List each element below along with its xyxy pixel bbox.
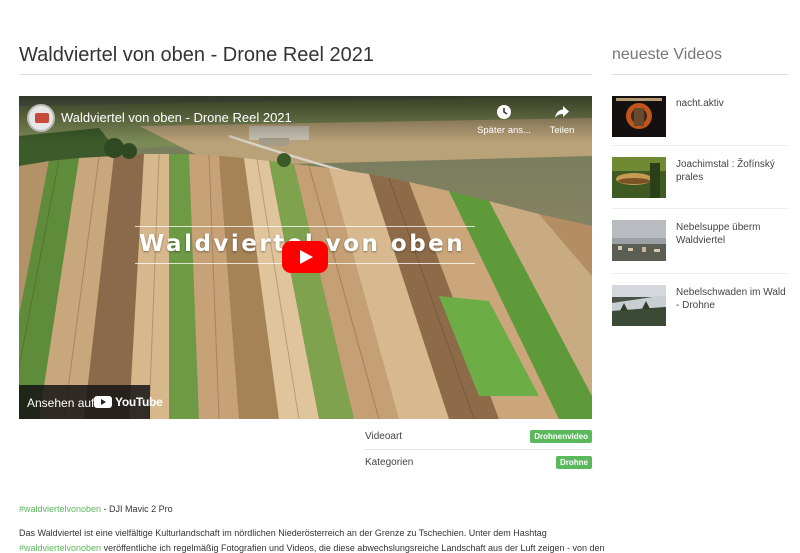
category-badge[interactable]: Drohne <box>556 456 592 469</box>
sidebar-video-title[interactable]: Nebelschwaden im Wald - Drohne <box>676 286 789 312</box>
watch-later-button[interactable]: Später ans... <box>474 104 534 136</box>
sidebar-video-title[interactable]: nacht.aktiv <box>676 97 789 110</box>
hashtag-line: #waldviertelvonoben - DJI Mavic 2 Pro <box>19 504 173 514</box>
share-button[interactable]: Teilen <box>532 104 592 136</box>
sidebar-video-title[interactable]: Joachimstal : Žofínský prales <box>676 158 789 184</box>
watch-on-youtube-button[interactable]: Ansehen auf YouTube <box>19 385 163 419</box>
sidebar-video-item[interactable]: Nebelsuppe überm Waldviertel <box>612 220 789 272</box>
page-title: Waldviertel von oben - Drone Reel 2021 <box>19 44 375 66</box>
watch-on-label: Ansehen auf <box>27 396 95 410</box>
sidebar-video-item[interactable]: Nebelschwaden im Wald - Drohne <box>612 285 789 337</box>
play-button[interactable] <box>282 241 328 273</box>
video-type-label: Videoart <box>365 431 403 442</box>
watch-later-label: Später ans... <box>477 125 531 136</box>
video-player[interactable]: Waldviertel von oben - Drone Reel 2021 S… <box>19 96 592 419</box>
youtube-logo-icon <box>94 396 112 408</box>
description-line-2-text: veröffentliche ich regelmäßig Fotografie… <box>101 543 605 553</box>
camera-text: - DJI Mavic 2 Pro <box>101 504 173 514</box>
sidebar-video-item[interactable]: Joachimstal : Žofínský prales <box>612 157 789 209</box>
video-thumbnail-nebelsuppe <box>612 220 666 261</box>
youtube-wordmark: YouTube <box>115 395 163 409</box>
video-thumbnail-nebelschwaden <box>612 285 666 326</box>
hashtag-inline-link[interactable]: #waldviertelvonoben <box>19 543 101 553</box>
meta-row-categories: Kategorien Drohne <box>364 450 592 475</box>
channel-avatar[interactable] <box>27 104 55 132</box>
hashtag-link[interactable]: #waldviertelvonoben <box>19 504 101 514</box>
share-arrow-icon <box>555 106 569 118</box>
clock-icon <box>497 105 511 119</box>
video-thumbnail-joachimstal <box>612 157 666 198</box>
description-line-2: #waldviertelvonoben veröffentliche ich r… <box>19 543 605 553</box>
description-line-1: Das Waldviertel ist eine vielfältige Kul… <box>19 528 547 538</box>
share-label: Teilen <box>549 125 575 136</box>
sidebar-title: neueste Videos <box>612 46 723 63</box>
sidebar-item-divider <box>612 208 789 209</box>
sidebar-video-title[interactable]: Nebelsuppe überm Waldviertel <box>676 221 789 247</box>
categories-label: Kategorien <box>365 457 414 468</box>
sidebar-item-divider <box>612 273 789 274</box>
video-thumbnail-nacht-aktiv <box>612 96 666 137</box>
video-type-badge[interactable]: Drohnenvideo <box>530 430 592 443</box>
sidebar-video-item[interactable]: nacht.aktiv <box>612 96 789 148</box>
meta-row-video-type: Videoart Drohnenvideo <box>364 424 592 449</box>
title-divider <box>19 74 592 75</box>
player-video-title[interactable]: Waldviertel von oben - Drone Reel 2021 <box>61 110 292 125</box>
sidebar-item-divider <box>612 145 789 146</box>
sidebar-divider <box>612 74 789 75</box>
